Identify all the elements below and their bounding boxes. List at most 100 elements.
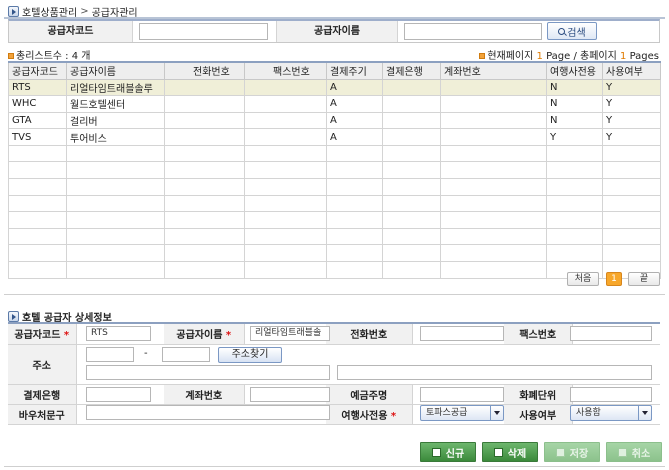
supplier-name-search-input[interactable] xyxy=(404,23,542,40)
table-cell: 리얼타임트래블솔루 xyxy=(66,78,165,97)
table-cell: 걸리버 xyxy=(66,111,165,130)
detail-fax-input[interactable] xyxy=(570,326,652,341)
table-cell xyxy=(244,194,327,213)
table-cell xyxy=(244,78,327,97)
table-cell xyxy=(164,111,245,130)
detail-voucher-input[interactable] xyxy=(86,405,330,420)
address-line2-input[interactable] xyxy=(337,365,652,380)
table-row[interactable]: GTA 걸리버 A N Y xyxy=(8,111,661,130)
bullet-icon xyxy=(8,53,14,59)
table-cell xyxy=(602,227,661,246)
table-cell xyxy=(546,144,603,163)
detail-name-input[interactable]: 리얼타임트래블솔 xyxy=(250,326,330,341)
section-arrow-icon xyxy=(8,311,19,322)
detail-holder-input[interactable] xyxy=(420,387,504,402)
table-cell xyxy=(8,144,67,163)
search-panel: 공급자코드 공급자이름 검색 xyxy=(8,19,660,43)
detail-currency-label: 화폐단위 xyxy=(504,384,573,405)
table-cell xyxy=(66,211,165,229)
empty-table-row xyxy=(8,178,661,196)
save-button[interactable]: 저장 xyxy=(544,442,600,462)
address-line1-input[interactable] xyxy=(86,365,330,380)
column-header[interactable]: 공급자이름 xyxy=(66,61,165,80)
table-cell xyxy=(382,95,441,113)
use-select-value: 사용함 xyxy=(576,408,601,418)
table-cell xyxy=(8,211,67,229)
table-cell: TVS xyxy=(8,128,67,146)
table-cell: RTS xyxy=(8,78,67,97)
detail-bank-input[interactable] xyxy=(86,387,151,402)
column-header[interactable]: 결제은행 xyxy=(382,61,441,80)
table-cell xyxy=(382,211,441,229)
empty-table-row xyxy=(8,144,661,163)
table-cell: A xyxy=(326,111,383,130)
pager-page-button[interactable]: 1 xyxy=(606,272,622,286)
table-cell xyxy=(66,261,165,279)
search-button[interactable]: 검색 xyxy=(547,22,597,40)
column-header[interactable]: 사용여부 xyxy=(602,61,661,80)
empty-table-row xyxy=(8,227,661,246)
table-cell xyxy=(326,261,383,279)
table-cell xyxy=(8,227,67,246)
delete-button[interactable]: 삭제 xyxy=(482,442,538,462)
use-select[interactable]: 사용함 xyxy=(570,405,652,421)
detail-name-label: 공급자이름 * xyxy=(164,324,245,345)
table-cell xyxy=(326,194,383,213)
detail-account-input[interactable] xyxy=(250,387,330,402)
zipcode-second-input[interactable] xyxy=(162,347,210,362)
column-header[interactable]: 팩스번호 xyxy=(244,61,327,80)
table-cell xyxy=(164,95,245,113)
table-cell xyxy=(164,244,245,263)
empty-table-row xyxy=(8,194,661,213)
column-header[interactable]: 결제주기 xyxy=(326,61,383,80)
new-button-label: 신규 xyxy=(445,448,465,460)
cancel-button[interactable]: 취소 xyxy=(606,442,662,462)
table-cell: Y xyxy=(602,78,661,97)
pager-last-button[interactable]: 끝 xyxy=(628,272,660,286)
column-header[interactable]: 공급자코드 xyxy=(8,61,67,80)
table-cell xyxy=(440,111,547,130)
supplier-grid: 공급자코드 공급자이름 전화번호 팩스번호 결제주기 결제은행 계좌번호 여행사… xyxy=(8,61,661,279)
table-cell xyxy=(244,261,327,279)
empty-table-row xyxy=(8,211,661,229)
table-cell xyxy=(244,111,327,130)
table-cell xyxy=(66,178,165,196)
detail-phone-input[interactable] xyxy=(420,326,504,341)
table-row[interactable]: RTS 리얼타임트래블솔루 A N Y xyxy=(8,78,661,97)
table-cell xyxy=(382,161,441,180)
supplier-code-search-input[interactable] xyxy=(139,23,268,40)
table-cell xyxy=(66,244,165,263)
pager-first-button[interactable]: 처음 xyxy=(567,272,599,286)
column-header[interactable]: 계좌번호 xyxy=(440,61,547,80)
column-header[interactable]: 전화번호 xyxy=(164,61,245,80)
section-divider xyxy=(4,294,665,295)
table-cell xyxy=(602,244,661,263)
zipcode-first-input[interactable] xyxy=(86,347,134,362)
cancel-button-label: 취소 xyxy=(631,448,651,460)
table-cell: A xyxy=(326,95,383,113)
table-cell xyxy=(164,227,245,246)
column-header[interactable]: 여행사전용 xyxy=(546,61,603,80)
table-cell xyxy=(66,161,165,180)
table-cell xyxy=(546,211,603,229)
address-search-button[interactable]: 주소찾기 xyxy=(218,347,282,363)
cancel-icon xyxy=(617,447,627,457)
delete-icon xyxy=(493,447,503,457)
table-cell xyxy=(326,227,383,246)
table-cell xyxy=(602,144,661,163)
table-row[interactable]: TVS 투어비스 A Y Y xyxy=(8,128,661,146)
table-cell xyxy=(326,244,383,263)
table-cell: Y xyxy=(546,128,603,146)
table-cell xyxy=(326,161,383,180)
search-icon xyxy=(558,27,566,35)
footer-divider xyxy=(4,466,665,467)
table-cell xyxy=(164,178,245,196)
table-cell xyxy=(244,161,327,180)
table-row[interactable]: WHC 월드호텔센터 A N Y xyxy=(8,95,661,113)
agency-select[interactable]: 토파스공급 xyxy=(420,405,504,421)
detail-code-input[interactable]: RTS xyxy=(86,326,151,341)
detail-use-label: 사용여부 xyxy=(504,404,573,425)
detail-currency-input[interactable] xyxy=(570,387,652,402)
table-cell xyxy=(164,261,245,279)
new-button[interactable]: 신규 xyxy=(420,442,476,462)
